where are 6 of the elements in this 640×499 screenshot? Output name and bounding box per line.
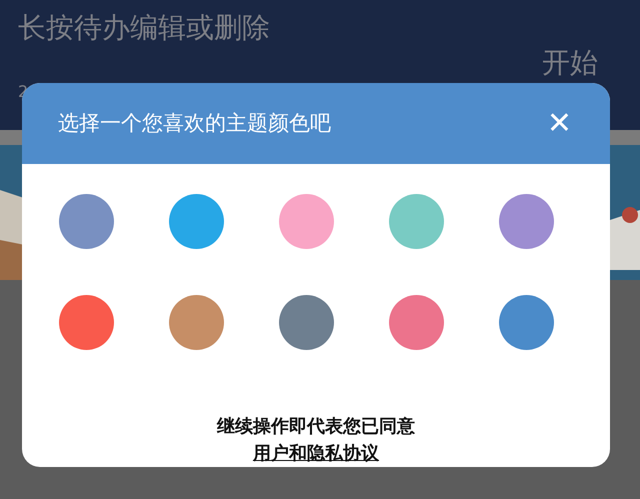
consent-text: 继续操作即代表您已同意 [217, 415, 415, 439]
hint-text: 长按待办编辑或删除 [18, 10, 271, 46]
privacy-link[interactable]: 用户和隐私协议 [253, 440, 379, 467]
dialog-title: 选择一个您喜欢的主题颜色吧 [58, 110, 331, 137]
close-button[interactable]: ✕ [542, 106, 576, 140]
start-label: 开始 [541, 46, 599, 80]
